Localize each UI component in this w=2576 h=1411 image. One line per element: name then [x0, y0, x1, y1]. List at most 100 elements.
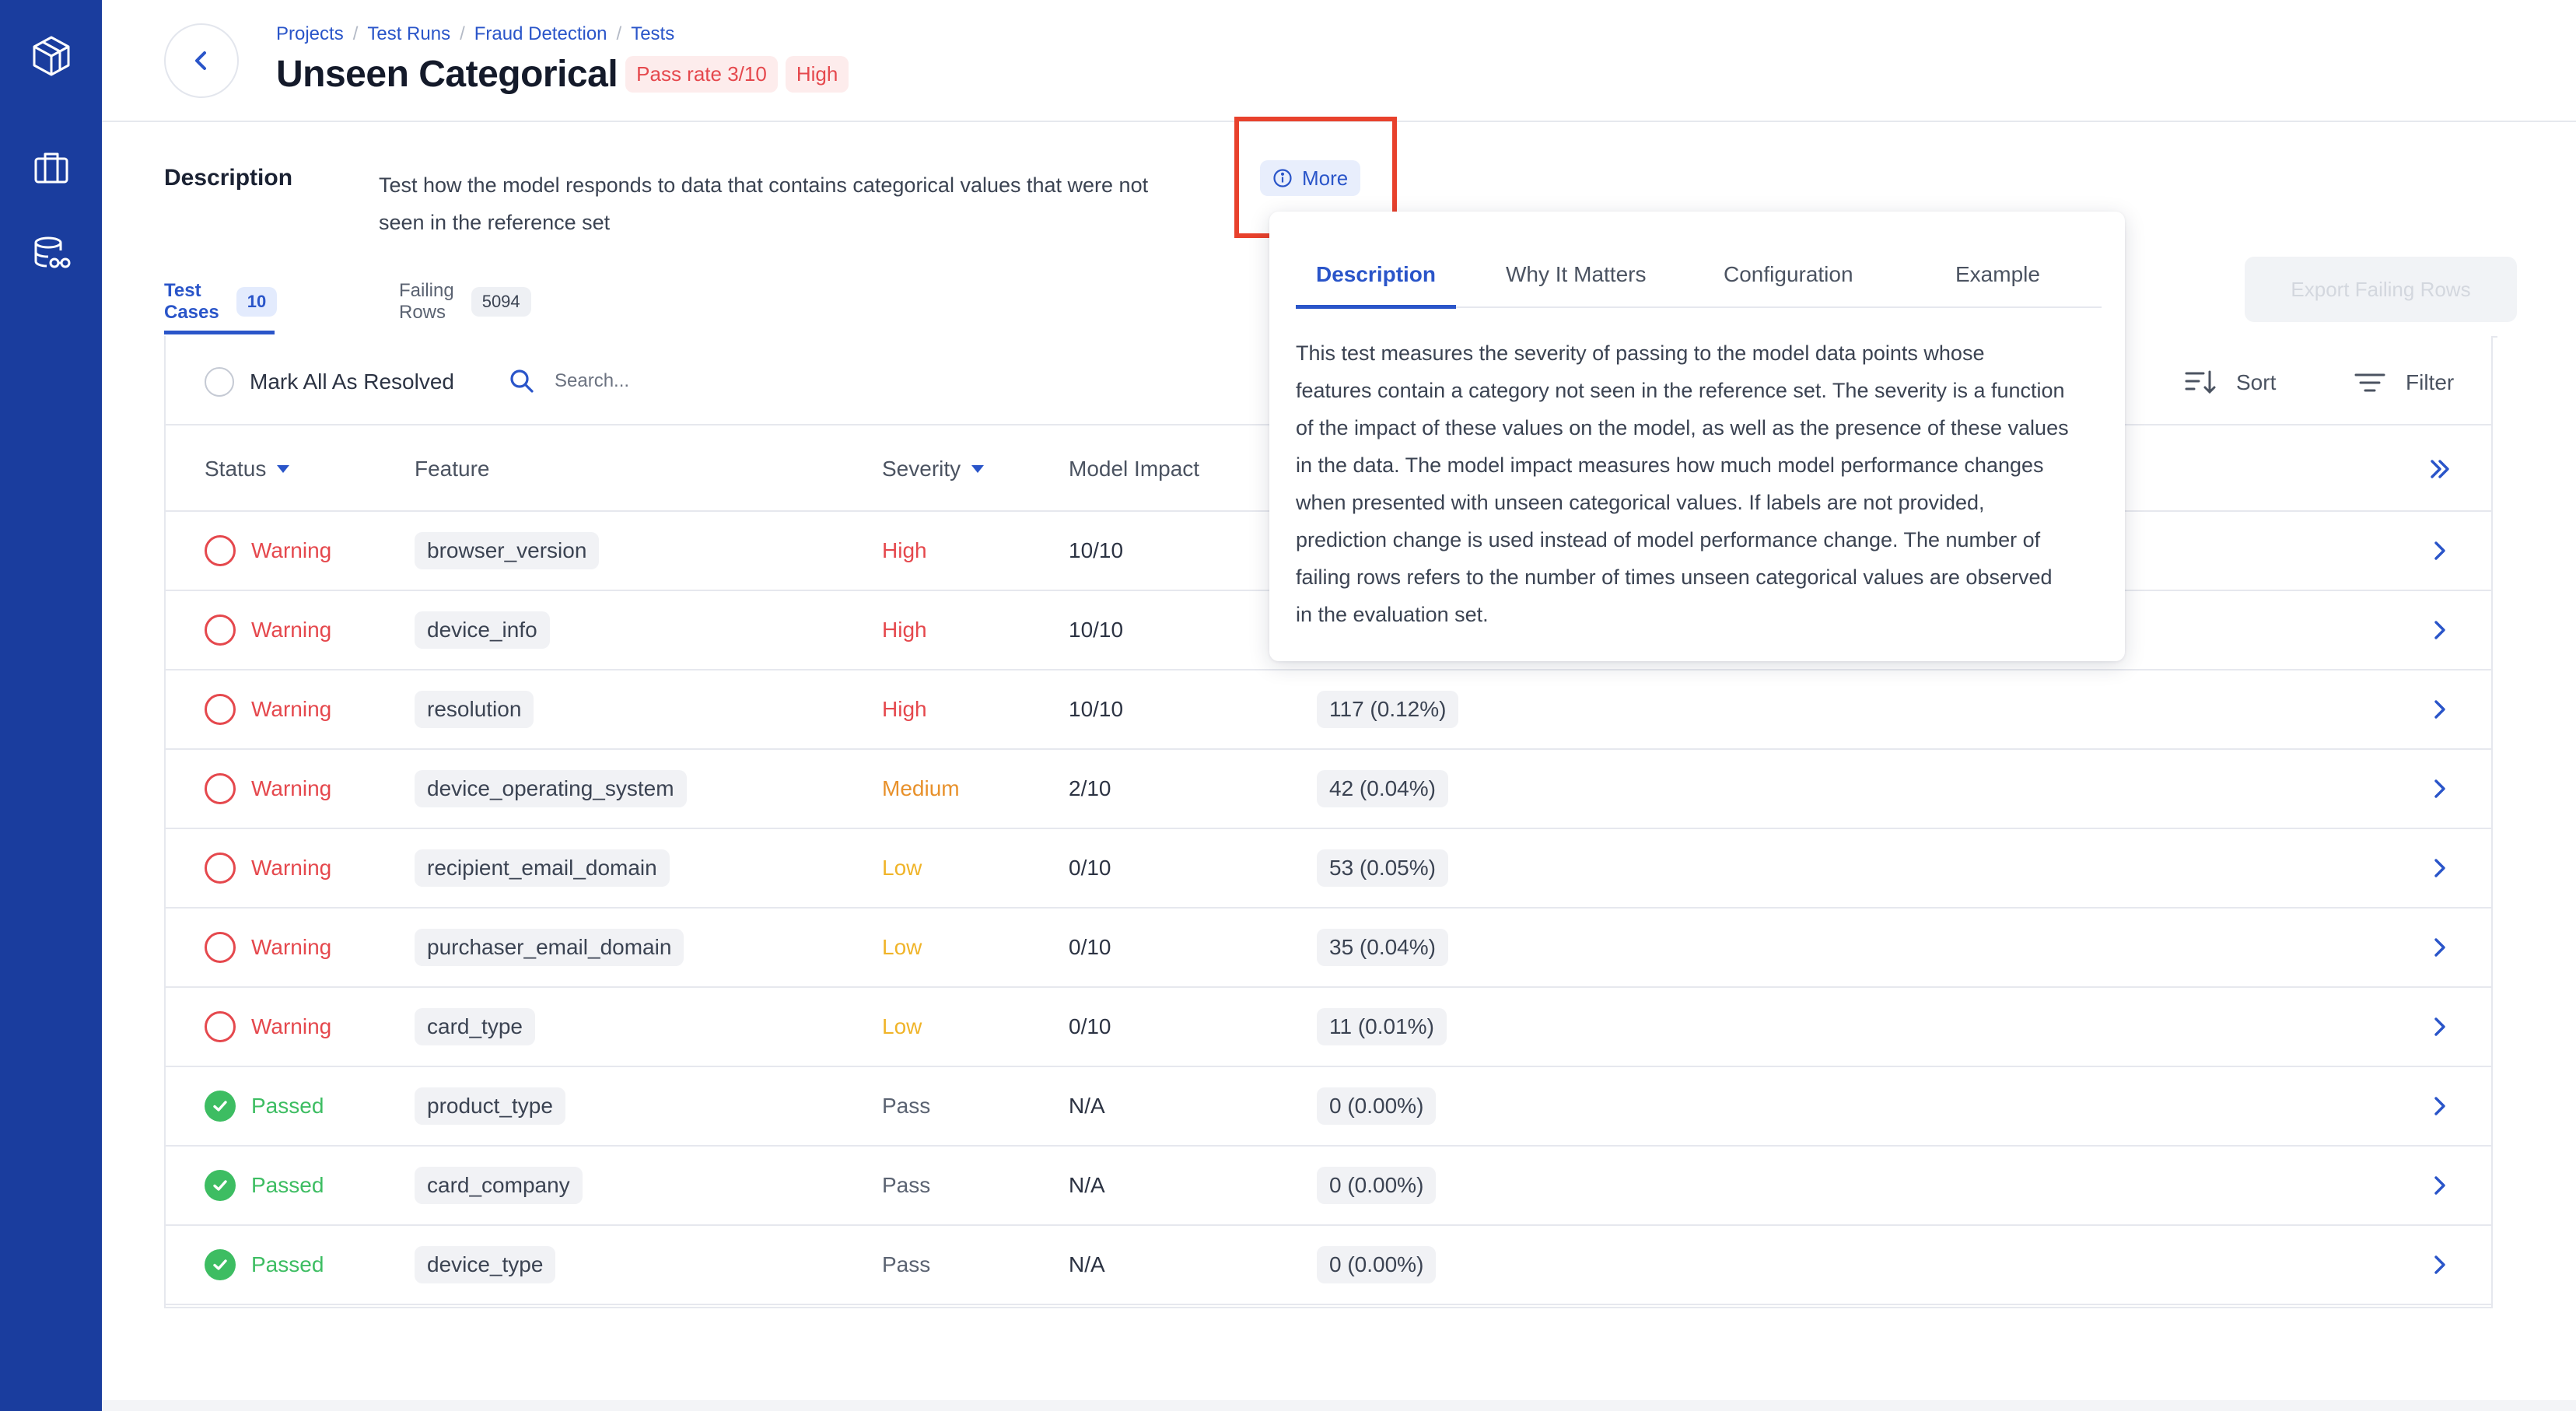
model-impact-cell: 10/10: [1069, 618, 1124, 642]
feature-cell: browser_version: [415, 512, 600, 590]
table-row[interactable]: Warning card_type Low 0/10 11 (0.01%): [166, 988, 2491, 1067]
chevron-right-icon[interactable]: [2426, 537, 2454, 565]
feature-cell: recipient_email_domain: [415, 829, 670, 907]
failing-rows-chip: 53 (0.05%): [1317, 849, 1448, 887]
popover-tab-example[interactable]: Example: [1955, 241, 2040, 308]
sort-button[interactable]: Sort: [2183, 367, 2276, 398]
feature-cell: device_operating_system: [415, 750, 687, 828]
severity-cell: Pass: [882, 1173, 931, 1197]
feature-chip: product_type: [415, 1087, 565, 1125]
column-severity[interactable]: Severity: [882, 425, 985, 512]
breadcrumb-tests[interactable]: Tests: [631, 23, 674, 45]
model-impact-cell: N/A: [1069, 1094, 1105, 1118]
feature-chip: device_type: [415, 1246, 556, 1283]
database-glasses-icon[interactable]: [28, 230, 75, 277]
active-tab-indicator: [164, 331, 275, 334]
status-text: Warning: [251, 856, 332, 880]
status-text: Passed: [251, 1094, 324, 1118]
table-row[interactable]: Warning recipient_email_domain Low 0/10 53 (…: [166, 829, 2491, 909]
table-row[interactable]: Passed product_type Pass N/A 0 (0.00%): [166, 1067, 2491, 1147]
column-model-impact-label: Model Impact: [1069, 456, 1200, 481]
model-impact-cell: 10/10: [1069, 538, 1124, 562]
popover-tab-description[interactable]: Description: [1296, 241, 1456, 308]
severity-cell: Pass: [882, 1094, 931, 1118]
filter-icon: [2354, 373, 2385, 392]
more-info-popover: Description Why It Matters Configuration…: [1269, 212, 2125, 661]
model-impact-cell: N/A: [1069, 1252, 1105, 1276]
feature-cell: resolution: [415, 670, 534, 748]
severity-cell: Low: [882, 856, 922, 880]
search-icon: [510, 369, 534, 393]
status-text: Warning: [251, 935, 332, 959]
sort-label: Sort: [2236, 370, 2277, 394]
chevron-right-icon[interactable]: [2426, 775, 2454, 803]
failing-rows-chip: 35 (0.04%): [1317, 929, 1448, 966]
feature-chip: card_company: [415, 1167, 583, 1204]
tab-failing-rows[interactable]: Failing Rows 5094: [399, 268, 531, 335]
check-circle-icon: [205, 1091, 236, 1122]
feature-chip: card_type: [415, 1008, 535, 1045]
double-chevron-right-icon[interactable]: [2426, 455, 2454, 483]
caret-down-icon: [277, 464, 290, 473]
export-failing-rows-button[interactable]: Export Failing Rows: [2245, 257, 2517, 322]
warning-circle-icon: [205, 614, 236, 646]
mark-all-resolved[interactable]: Mark All As Resolved: [205, 367, 454, 397]
table-row[interactable]: Passed card_company Pass N/A 0 (0.00%): [166, 1147, 2491, 1226]
check-circle-icon: [205, 1249, 236, 1280]
status-cell: Warning: [205, 988, 331, 1066]
popover-description: This test measures the severity of passi…: [1296, 334, 2098, 633]
breadcrumb-projects[interactable]: Projects: [276, 23, 344, 45]
column-model-impact: Model Impact: [1069, 425, 1199, 512]
chevron-right-icon[interactable]: [2426, 695, 2454, 723]
table-row[interactable]: Warning device_operating_system Medium 2/10…: [166, 750, 2491, 829]
failing-rows-chip: 42 (0.04%): [1317, 770, 1448, 807]
tab-count: 10: [236, 287, 278, 317]
description-text: Test how the model responds to data that…: [379, 166, 1203, 241]
logo-cube-icon[interactable]: [28, 33, 75, 79]
chevron-right-icon[interactable]: [2426, 1251, 2454, 1279]
chevron-right-icon[interactable]: [2426, 1013, 2454, 1041]
failing-rows-cell: 0 (0.00%): [1317, 1226, 1437, 1304]
model-impact-cell: 10/10: [1069, 697, 1124, 721]
popover-tab-why-it-matters[interactable]: Why It Matters: [1506, 241, 1646, 308]
warning-circle-icon: [205, 535, 236, 566]
failing-rows-cell: 35 (0.04%): [1317, 909, 1448, 986]
mark-all-radio[interactable]: [205, 367, 234, 397]
failing-rows-chip: 11 (0.01%): [1317, 1008, 1447, 1045]
chevron-right-icon[interactable]: [2426, 1092, 2454, 1120]
briefcase-icon[interactable]: [28, 145, 75, 191]
breadcrumb-fraud-detection[interactable]: Fraud Detection: [474, 23, 607, 45]
table-row[interactable]: Warning resolution High 10/10 117 (0.12%): [166, 670, 2491, 750]
column-severity-label: Severity: [882, 456, 961, 481]
failing-rows-chip: 117 (0.12%): [1317, 691, 1459, 728]
status-cell: Warning: [205, 829, 331, 907]
search-input[interactable]: [555, 370, 943, 392]
table-row[interactable]: Passed device_type Pass N/A 0 (0.00%): [166, 1226, 2491, 1305]
tab-test-cases[interactable]: Test Cases 10: [164, 268, 278, 335]
title-row: Unseen Categorical Pass rate 3/10 High: [276, 53, 849, 96]
chevron-right-icon[interactable]: [2426, 1171, 2454, 1199]
status-cell: Warning: [205, 591, 331, 669]
back-button[interactable]: [164, 23, 239, 98]
feature-chip: recipient_email_domain: [415, 849, 670, 887]
column-status[interactable]: Status: [205, 425, 290, 512]
feature-chip: resolution: [415, 691, 534, 728]
breadcrumb-test-runs[interactable]: Test Runs: [367, 23, 450, 45]
chevron-right-icon[interactable]: [2426, 616, 2454, 644]
bottom-scroll-area: [102, 1400, 2576, 1411]
filter-button[interactable]: Filter: [2353, 367, 2454, 398]
feature-chip: browser_version: [415, 532, 600, 569]
severity-cell: Medium: [882, 776, 960, 800]
model-impact-cell: N/A: [1069, 1173, 1105, 1197]
status-cell: Warning: [205, 512, 331, 590]
chevron-right-icon[interactable]: [2426, 854, 2454, 882]
tab-count: 5094: [471, 287, 531, 317]
feature-cell: device_info: [415, 591, 550, 669]
failing-rows-chip: 0 (0.00%): [1317, 1246, 1437, 1283]
sort-icon: [2185, 370, 2216, 394]
table-row[interactable]: Warning purchaser_email_domain Low 0/10 35 (…: [166, 909, 2491, 988]
popover-tab-configuration[interactable]: Configuration: [1724, 241, 1853, 308]
feature-cell: card_company: [415, 1147, 583, 1224]
status-text: Warning: [251, 776, 332, 800]
chevron-right-icon[interactable]: [2426, 933, 2454, 961]
